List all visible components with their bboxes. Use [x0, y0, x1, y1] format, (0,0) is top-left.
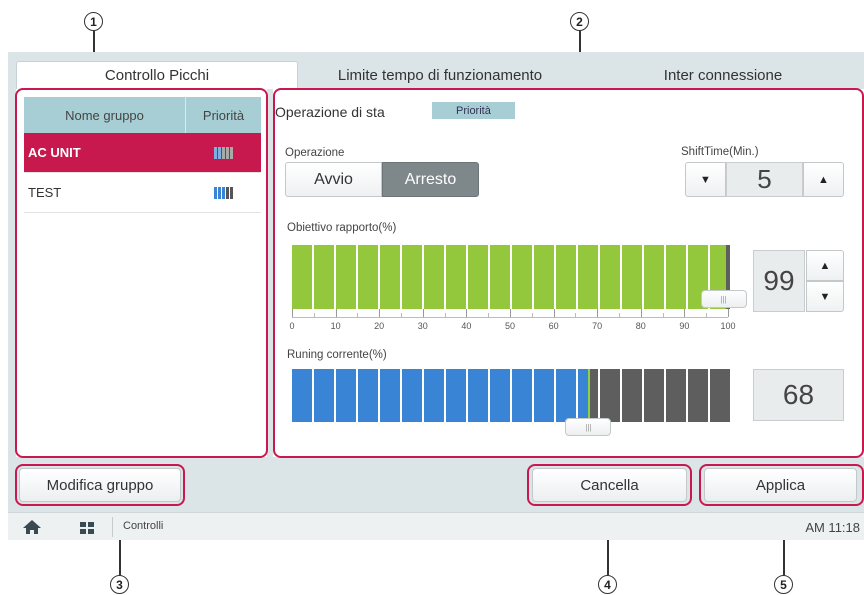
tab-bar: Controllo Picchi Limite tempo di funzion… [16, 61, 864, 89]
tab-interlocking[interactable]: Inter connessione [582, 61, 864, 89]
apply-highlight [699, 464, 864, 506]
callout-1: 1 [84, 12, 103, 31]
callout-2: 2 [570, 12, 589, 31]
callout-4: 4 [598, 575, 617, 594]
cancel-highlight [527, 464, 692, 506]
tab-operation-time-limit[interactable]: Limite tempo di funzionamento [299, 61, 581, 89]
apps-grid-icon[interactable] [80, 521, 96, 535]
tab-peak-control[interactable]: Controllo Picchi [16, 61, 298, 89]
peak-control-window: Controllo Picchi Limite tempo di funzion… [8, 52, 864, 540]
home-icon[interactable] [22, 519, 46, 537]
callout-5: 5 [774, 575, 793, 594]
edit-group-highlight [15, 464, 185, 506]
callout-3: 3 [110, 575, 129, 594]
taskbar-section-label: Controlli [123, 520, 164, 532]
taskbar-clock: AM 11:18 [805, 520, 860, 535]
operation-settings-highlight [273, 88, 864, 458]
taskbar-divider [112, 517, 113, 537]
group-list-highlight [15, 88, 268, 458]
taskbar: Controlli AM 11:18 [8, 512, 864, 540]
